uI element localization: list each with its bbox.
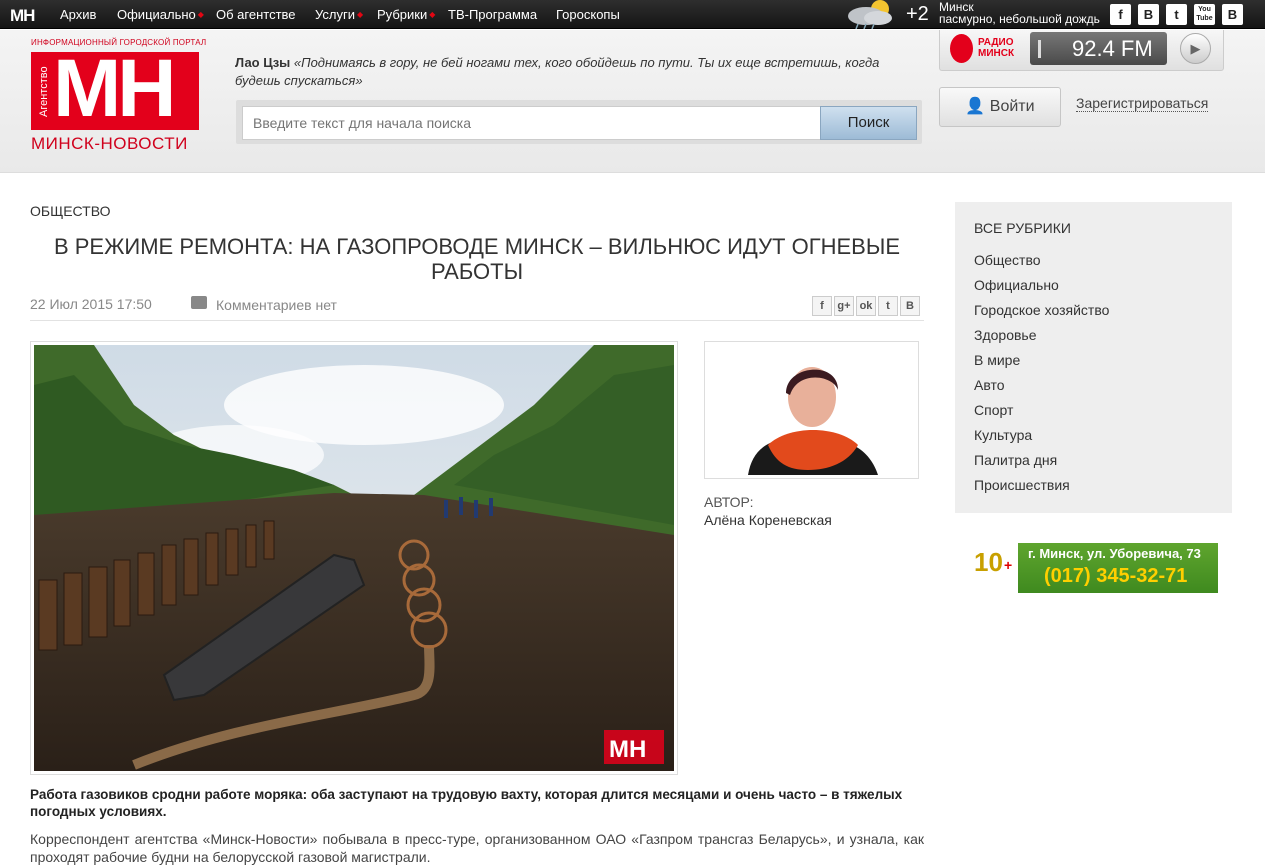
register-link[interactable]: Зарегистрироваться [1076,95,1209,112]
author-label: АВТОР: [704,494,754,510]
comment-icon [191,296,207,309]
article-body: Корреспондент агентства «Минск-Новости» … [30,831,924,865]
weather-description: пасмурно, небольшой дождь [939,12,1100,26]
nav-about[interactable]: Об агентстве [216,7,296,22]
top-navigation-bar: МН Архив Официально ◆ Об агентстве Услуги… [0,0,1265,29]
dropdown-dot-icon: ◆ [356,10,364,19]
sidebar-item-world[interactable]: В мире [974,352,1020,368]
rubrics-sidebar: ВСЕ РУБРИКИ Общество Официально Городско… [955,202,1232,513]
user-icon: 👤 [965,98,986,115]
ad-phone: (017) 345-32-71 [1044,565,1188,587]
nav-archive[interactable]: Архив [60,7,96,22]
login-button[interactable]: 👤 Войти [939,87,1061,127]
facebook-icon[interactable]: f [1110,4,1131,25]
site-header: ИНФОРМАЦИОННЫЙ ГОРОДСКОЙ ПОРТАЛ Агентств… [0,30,1265,173]
dropdown-dot-icon: ◆ [429,10,436,19]
sidebar-item-incidents[interactable]: Происшествия [974,477,1070,493]
search-button[interactable]: Поиск [820,106,917,140]
article-date: 22 Июл 2015 17:50 [30,296,152,312]
radio-logo-icon [950,34,973,63]
author-photo[interactable] [704,341,919,479]
hospital-logo-icon: 10 + [968,543,1018,593]
radio-name: РАДИО МИНСК [978,37,1014,59]
quote-author: Лао Цзы [235,55,291,70]
author-name[interactable]: Алёна Кореневская [704,512,832,528]
logo-letters: МН [53,43,177,134]
hospital-logo-number: 10 [974,547,1003,577]
nav-official[interactable]: Официально ◆ [117,7,204,22]
pipeline-photo-image: МН [34,345,674,771]
nav-rubrics-label: Рубрики [377,7,428,22]
sidebar-item-sport[interactable]: Спорт [974,402,1013,418]
radio-line2: МИНСК [978,48,1015,59]
plus-icon: + [1004,557,1013,573]
twitter-icon[interactable]: t [1166,4,1187,25]
vkontakte-icon[interactable]: B [1138,4,1159,25]
article-lead: Работа газовиков сродни работе моряка: о… [30,787,903,819]
logo-vertical-text: Агентство [38,66,50,117]
radio-frequency-display: 92.4 FM [1030,32,1167,65]
share-twitter-icon[interactable]: t [878,296,898,316]
share-googleplus-icon[interactable]: g+ [834,296,854,316]
search-box: Поиск [236,100,922,144]
daily-quote: Лао Цзы «Поднимаясь в гору, не бей ногам… [235,54,905,90]
nav-tv-program[interactable]: ТВ-Программа [448,7,537,22]
signal-bars-icon [1038,40,1060,58]
radio-line1: РАДИО [978,37,1014,48]
sidebar-item-society[interactable]: Общество [974,252,1041,268]
article-title: В РЕЖИМЕ РЕМОНТА: НА ГАЗОПРОВОДЕ МИНСК –… [53,234,901,284]
login-label: Войти [989,98,1035,115]
search-input[interactable] [242,106,822,140]
sidebar-heading: ВСЕ РУБРИКИ [974,220,1071,236]
divider [30,320,924,321]
nav-services-label: Услуги [315,7,355,22]
sidebar-item-official[interactable]: Официально [974,277,1059,293]
quote-text: «Поднимаясь в гору, не бей ногами тех, к… [235,55,880,88]
dropdown-dot-icon: ◆ [197,10,204,19]
mn-small-logo[interactable]: МН [10,6,35,26]
sidebar-item-health[interactable]: Здоровье [974,327,1037,343]
cloud-rain-weather-icon [848,0,892,29]
sidebar-item-auto[interactable]: Авто [974,377,1005,393]
nav-horoscopes[interactable]: Гороскопы [556,7,620,22]
sidebar-item-city-economy[interactable]: Городское хозяйство [974,302,1109,318]
youtube-icon[interactable]: You Tube [1194,4,1215,25]
mn-logo[interactable]: Агентство МН [31,48,199,130]
nav-official-label: Официально [117,7,196,22]
nav-rubrics[interactable]: Рубрики ◆ [377,7,435,22]
sidebar-item-culture[interactable]: Культура [974,427,1032,443]
article-category[interactable]: ОБЩЕСТВО [30,203,111,219]
article-photo[interactable]: МН [30,341,678,775]
logo-site-name: МИНСК-НОВОСТИ [31,134,188,153]
radio-player: РАДИО МИНСК 92.4 FM ▶ [939,30,1224,71]
photo-watermark: МН [609,736,646,763]
share-odnoklassniki-icon[interactable]: ok [856,296,876,316]
comments-count[interactable]: Комментариев нет [216,297,337,313]
author-portrait-image [708,345,915,475]
hospital-ad-banner[interactable]: 10 + г. Минск, ул. Уборевича, 73 (017) 3… [968,543,1218,593]
weather-temperature: +2 [906,3,929,25]
vkontakte-alt-icon[interactable]: B [1222,4,1243,25]
share-facebook-icon[interactable]: f [812,296,832,316]
ad-address: г. Минск, ул. Уборевича, 73 [1028,546,1201,561]
sidebar-item-palette[interactable]: Палитра дня [974,452,1057,468]
radio-frequency: 92.4 FM [1072,36,1153,61]
nav-services[interactable]: Услуги ◆ [315,7,363,22]
play-icon[interactable]: ▶ [1180,33,1211,64]
share-vkontakte-icon[interactable]: B [900,296,920,316]
